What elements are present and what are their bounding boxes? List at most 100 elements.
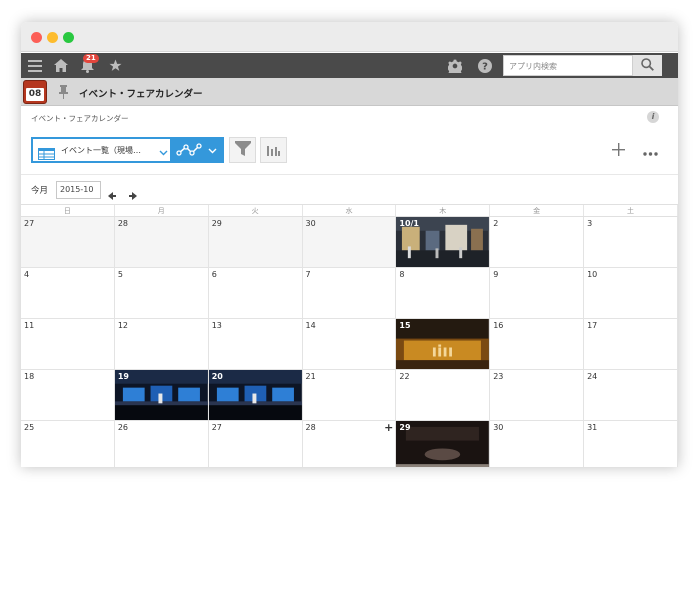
day-number: 12: [117, 321, 129, 330]
day-number: 14: [305, 321, 316, 330]
calendar-day-cell[interactable]: 18: [21, 370, 115, 421]
filter-icon: [234, 140, 251, 160]
calendar-day-cell[interactable]: 28: [114, 217, 209, 268]
app-header: 08 イベント・フェアカレンダー: [21, 78, 678, 106]
calendar-day-cell[interactable]: 20: [208, 370, 303, 421]
calendar-day-cell[interactable]: 12: [114, 319, 209, 370]
next-month-button[interactable]: [129, 185, 137, 204]
view-selector-label: イベント一覧（現場…: [61, 146, 141, 155]
calendar-day-cell[interactable]: 19: [114, 370, 209, 421]
calendar-day-cell[interactable]: 26: [114, 421, 209, 467]
calendar-day-cell[interactable]: 30: [490, 421, 585, 467]
calendar-day-cell[interactable]: 4: [21, 268, 115, 319]
calendar-day-cell[interactable]: 6: [208, 268, 303, 319]
calendar-day-cell[interactable]: ıiıı 15: [396, 319, 491, 370]
chevron-down-icon: [159, 144, 168, 163]
home-icon[interactable]: [52, 53, 70, 78]
calendar-day-cell[interactable]: 25: [21, 421, 115, 467]
calendar-app-icon: 08: [23, 80, 47, 104]
graph-button[interactable]: [260, 137, 287, 163]
calendar-day-cell[interactable]: 29: [396, 421, 491, 467]
calendar-day-cell[interactable]: 14: [302, 319, 397, 370]
calendar-day-cell[interactable]: 17: [584, 319, 678, 370]
info-icon[interactable]: i: [647, 111, 659, 123]
search-icon: [641, 56, 654, 75]
day-number: 28: [117, 219, 129, 228]
search-button[interactable]: [633, 55, 662, 76]
calendar-day-cell[interactable]: 8: [396, 268, 491, 319]
day-number: 28: [305, 423, 316, 432]
weekday-header: 日 月 火 水 木 金 土: [21, 204, 678, 217]
pin-icon[interactable]: [59, 84, 68, 103]
notification-badge: 21: [83, 54, 99, 63]
top-navigation-bar: 21 ? アプリ内検索: [21, 53, 678, 78]
month-input[interactable]: 2015-10: [56, 181, 101, 199]
filter-button[interactable]: [229, 137, 256, 163]
calendar-day-cell[interactable]: 31: [584, 421, 678, 467]
weekday-label: 水: [303, 205, 397, 216]
maximize-window-button[interactable]: [63, 32, 74, 43]
calendar-day-cell[interactable]: 7: [302, 268, 397, 319]
view-selector[interactable]: イベント一覧（現場…: [31, 137, 172, 163]
today-button[interactable]: 今月: [31, 184, 48, 196]
add-record-button[interactable]: [607, 139, 629, 161]
calendar-day-cell[interactable]: 27: [21, 217, 115, 268]
day-number: 6: [211, 270, 217, 279]
add-event-button[interactable]: +: [384, 421, 393, 434]
calendar-day-cell[interactable]: 28 +: [302, 421, 397, 467]
calendar-day-cell[interactable]: 24: [584, 370, 678, 421]
day-number: 27: [211, 423, 222, 432]
minimize-window-button[interactable]: [47, 32, 58, 43]
menu-icon[interactable]: [26, 53, 44, 78]
app-search-input[interactable]: アプリ内検索: [503, 55, 633, 76]
breadcrumb[interactable]: イベント・フェアカレンダー: [31, 113, 129, 124]
calendar-day-cell[interactable]: 23: [490, 370, 585, 421]
day-number: 4: [24, 270, 30, 279]
weekday-label: 土: [584, 205, 678, 216]
star-icon[interactable]: [106, 53, 124, 78]
previous-month-button[interactable]: [108, 185, 116, 204]
calendar-day-cell[interactable]: 13: [208, 319, 303, 370]
day-number: 30: [493, 423, 504, 432]
line-graph-icon: [176, 142, 202, 161]
bar-chart-icon: [267, 141, 280, 160]
calendar-day-cell[interactable]: 3: [584, 217, 678, 268]
weekday-label: 金: [490, 205, 585, 216]
day-number: 25: [24, 423, 35, 432]
calendar-day-cell[interactable]: 2: [490, 217, 585, 268]
calendar-day-cell[interactable]: 27: [208, 421, 303, 467]
day-number: 3: [587, 219, 593, 228]
day-number: 30: [305, 219, 316, 228]
calendar-day-cell[interactable]: 9: [490, 268, 585, 319]
day-number: 8: [399, 270, 405, 279]
app-title: イベント・フェアカレンダー: [79, 89, 203, 100]
calendar-day-cell[interactable]: 21: [302, 370, 397, 421]
day-number: 21: [305, 372, 316, 381]
calendar-day-cell[interactable]: 11: [21, 319, 115, 370]
day-number: 13: [211, 321, 222, 330]
calendar-day-cell[interactable]: 10: [584, 268, 678, 319]
day-number: 10: [587, 270, 598, 279]
day-number: 5: [117, 270, 123, 279]
window-titlebar: [21, 22, 678, 52]
help-icon[interactable]: ?: [476, 53, 494, 78]
close-window-button[interactable]: [31, 32, 42, 43]
plus-icon: [611, 141, 625, 160]
day-number: 17: [587, 321, 598, 330]
day-number: 26: [117, 423, 129, 432]
table-icon: [38, 145, 55, 164]
weekday-label: 日: [21, 205, 115, 216]
gear-icon[interactable]: [446, 53, 464, 78]
calendar-grid: 日 月 火 水 木 金 土 27 28 29 30 10/1 2 3 4 5 6 7 8 9 10 11 12…: [21, 204, 678, 467]
weekday-label: 木: [396, 205, 491, 216]
svg-text:?: ?: [482, 61, 488, 72]
day-number: 31: [587, 423, 598, 432]
graph-selector-button[interactable]: [172, 137, 224, 163]
calendar-day-cell[interactable]: 22: [396, 370, 491, 421]
calendar-day-cell[interactable]: 30: [302, 217, 397, 268]
calendar-day-cell[interactable]: 5: [114, 268, 209, 319]
calendar-day-cell[interactable]: 10/1: [396, 217, 491, 268]
more-options-button[interactable]: [639, 139, 661, 161]
calendar-day-cell[interactable]: 29: [208, 217, 303, 268]
calendar-day-cell[interactable]: 16: [490, 319, 585, 370]
